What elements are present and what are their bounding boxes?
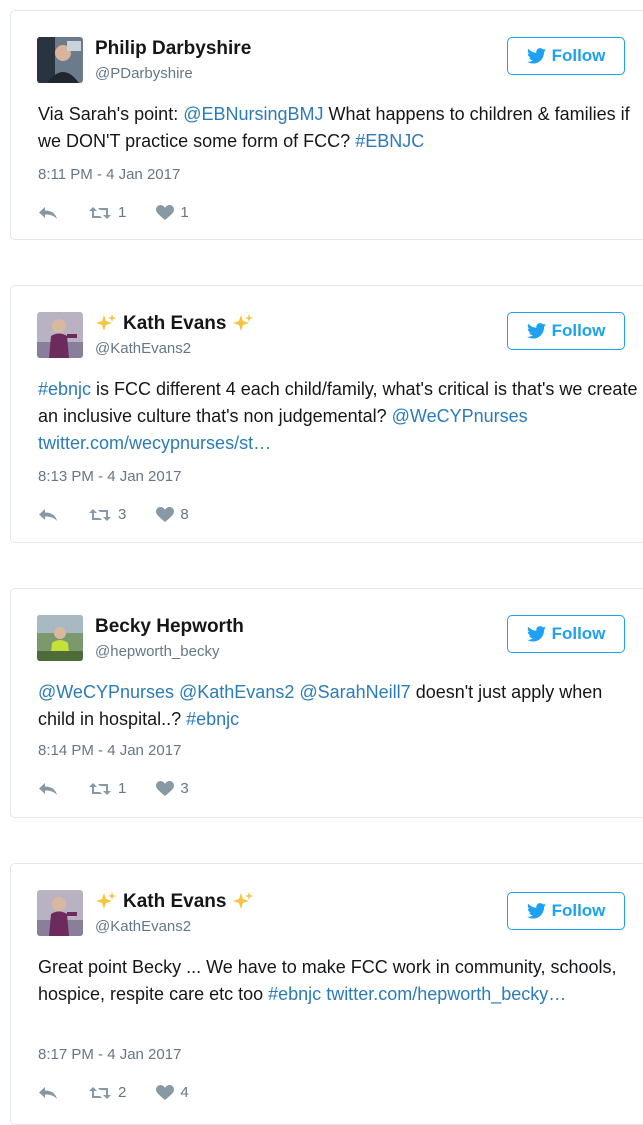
retweet-button[interactable]: 1 (88, 204, 126, 221)
follow-button[interactable]: Follow (507, 615, 625, 653)
heart-icon (156, 780, 175, 796)
tweet-link[interactable]: #ebnjc (268, 984, 321, 1004)
sparkles-icon (233, 314, 254, 331)
retweet-button[interactable]: 1 (88, 780, 126, 797)
tweet-link[interactable]: @SarahNeill7 (299, 682, 410, 702)
follow-label: Follow (551, 46, 606, 65)
avatar[interactable] (37, 890, 83, 936)
heart-icon (156, 204, 175, 220)
tweet-card: Kath Evans @KathEvans2 Follow Great poin… (10, 863, 643, 1125)
avatar[interactable] (37, 615, 83, 661)
follow-button[interactable]: Follow (507, 892, 625, 930)
reply-button[interactable] (38, 1086, 58, 1100)
retweet-count: 1 (118, 780, 127, 797)
like-count: 3 (180, 780, 189, 797)
display-name[interactable]: Kath Evans (95, 313, 254, 335)
like-count: 8 (180, 506, 189, 523)
retweet-icon (89, 508, 111, 521)
retweet-count: 3 (118, 506, 127, 523)
timestamp[interactable]: 8:17 PM - 4 Jan 2017 (38, 1046, 181, 1063)
like-button[interactable]: 4 (156, 1084, 189, 1101)
like-count: 4 (180, 1084, 189, 1101)
tweet-text: Great point Becky ... We have to make FC… (38, 954, 638, 1008)
tweet-link[interactable]: twitter.com/hepworth_becky… (326, 984, 566, 1004)
retweet-icon (89, 782, 111, 795)
tweet-text: Via Sarah's point: @EBNursingBMJ What ha… (38, 101, 638, 155)
tweet-card: Philip Darbyshire @PDarbyshire Follow Vi… (10, 10, 643, 240)
tweet-card: Kath Evans @KathEvans2 Follow #ebnjc is … (10, 285, 643, 543)
like-button[interactable]: 8 (156, 506, 189, 523)
retweet-button[interactable]: 3 (88, 506, 126, 523)
tweet-link[interactable]: @KathEvans2 (179, 682, 294, 702)
reply-icon (39, 782, 57, 795)
sparkles-icon (233, 892, 254, 909)
reply-button[interactable] (38, 782, 58, 796)
tweet-card: Becky Hepworth @hepworth_becky Follow @W… (10, 588, 643, 818)
user-handle[interactable]: @KathEvans2 (95, 918, 191, 935)
like-count: 1 (180, 204, 189, 221)
reply-icon (39, 206, 57, 219)
bird-icon (526, 626, 546, 642)
tweet-link[interactable]: #EBNJC (355, 131, 424, 151)
tweet-actions: 2 4 (38, 1084, 219, 1101)
tweet-link[interactable]: #ebnjc (186, 709, 239, 729)
reply-button[interactable] (38, 206, 58, 220)
tweet-text-segment: is FCC different 4 each child/family, wh… (38, 379, 638, 426)
timestamp[interactable]: 8:11 PM - 4 Jan 2017 (38, 166, 180, 183)
timestamp[interactable]: 8:14 PM - 4 Jan 2017 (38, 742, 181, 759)
like-button[interactable]: 3 (156, 780, 189, 797)
follow-label: Follow (551, 321, 606, 340)
tweet-text: #ebnjc is FCC different 4 each child/fam… (38, 376, 638, 457)
sparkles-icon (96, 892, 116, 909)
follow-button[interactable]: Follow (507, 37, 625, 75)
bird-icon (526, 323, 546, 339)
user-handle[interactable]: @KathEvans2 (95, 340, 191, 357)
follow-button[interactable]: Follow (507, 312, 625, 350)
tweet-text: @WeCYPnurses @KathEvans2 @SarahNeill7 do… (38, 679, 638, 733)
tweet-link[interactable]: #ebnjc (38, 379, 91, 399)
reply-icon (39, 508, 57, 521)
sparkles-icon (96, 314, 116, 331)
follow-label: Follow (551, 901, 606, 920)
tweet-actions: 1 1 (38, 204, 219, 221)
heart-icon (156, 506, 175, 522)
retweet-button[interactable]: 2 (88, 1084, 126, 1101)
display-name[interactable]: Kath Evans (95, 891, 254, 913)
tweet-actions: 1 3 (38, 780, 219, 797)
avatar[interactable] (37, 312, 83, 358)
display-name[interactable]: Philip Darbyshire (95, 38, 251, 60)
user-handle[interactable]: @hepworth_becky (95, 643, 219, 660)
tweet-actions: 3 8 (38, 506, 219, 523)
retweet-icon (89, 206, 111, 219)
heart-icon (156, 1084, 175, 1100)
like-button[interactable]: 1 (156, 204, 189, 221)
retweet-icon (89, 1086, 111, 1099)
retweet-count: 1 (118, 204, 127, 221)
bird-icon (526, 903, 546, 919)
bird-icon (526, 48, 546, 64)
tweet-link[interactable]: @EBNursingBMJ (183, 104, 323, 124)
reply-button[interactable] (38, 508, 58, 522)
tweet-link[interactable]: @WeCYPnurses (392, 406, 528, 426)
tweet-text-segment: Via Sarah's point: (38, 104, 184, 124)
display-name[interactable]: Becky Hepworth (95, 616, 244, 638)
reply-icon (39, 1086, 57, 1099)
avatar[interactable] (37, 37, 83, 83)
tweet-link[interactable]: @WeCYPnurses (38, 682, 174, 702)
user-handle[interactable]: @PDarbyshire (95, 65, 193, 82)
retweet-count: 2 (118, 1084, 127, 1101)
tweet-link[interactable]: twitter.com/wecypnurses/st… (38, 433, 271, 453)
follow-label: Follow (551, 624, 606, 643)
timestamp[interactable]: 8:13 PM - 4 Jan 2017 (38, 468, 181, 485)
